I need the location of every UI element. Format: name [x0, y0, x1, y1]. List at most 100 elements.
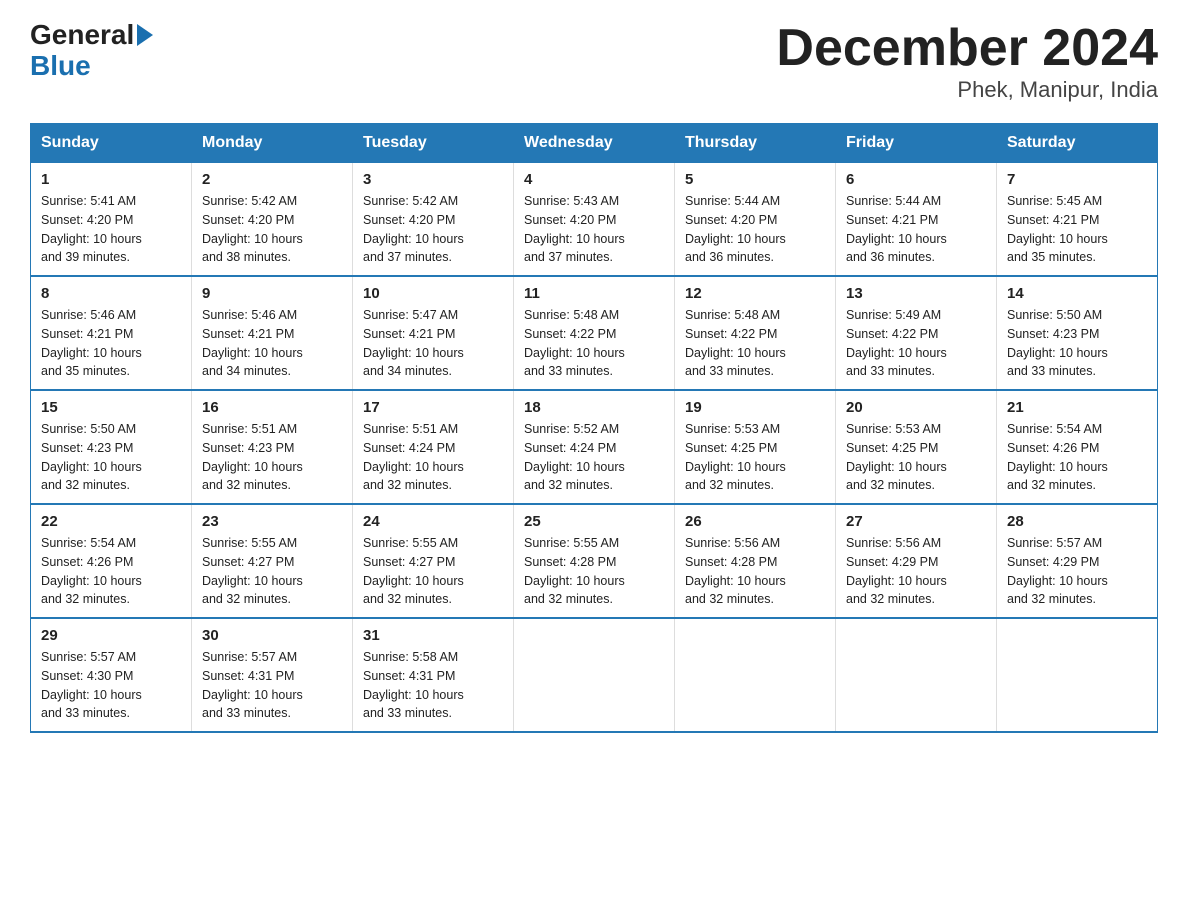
week-row-2: 8 Sunrise: 5:46 AMSunset: 4:21 PMDayligh… — [31, 276, 1158, 390]
day-cell: 29 Sunrise: 5:57 AMSunset: 4:30 PMDaylig… — [31, 618, 192, 732]
day-number: 2 — [202, 171, 342, 188]
week-row-5: 29 Sunrise: 5:57 AMSunset: 4:30 PMDaylig… — [31, 618, 1158, 732]
day-info: Sunrise: 5:41 AMSunset: 4:20 PMDaylight:… — [41, 194, 142, 264]
day-number: 1 — [41, 171, 181, 188]
day-cell: 2 Sunrise: 5:42 AMSunset: 4:20 PMDayligh… — [192, 163, 353, 277]
day-cell: 13 Sunrise: 5:49 AMSunset: 4:22 PMDaylig… — [836, 276, 997, 390]
day-cell: 4 Sunrise: 5:43 AMSunset: 4:20 PMDayligh… — [514, 163, 675, 277]
day-cell — [997, 618, 1158, 732]
page-header: General Blue December 2024 Phek, Manipur… — [30, 20, 1158, 103]
day-number: 12 — [685, 285, 825, 302]
day-number: 11 — [524, 285, 664, 302]
header-day-tuesday: Tuesday — [353, 124, 514, 163]
day-number: 15 — [41, 399, 181, 416]
day-info: Sunrise: 5:55 AMSunset: 4:28 PMDaylight:… — [524, 536, 625, 606]
day-info: Sunrise: 5:57 AMSunset: 4:31 PMDaylight:… — [202, 650, 303, 720]
day-number: 5 — [685, 171, 825, 188]
day-cell: 22 Sunrise: 5:54 AMSunset: 4:26 PMDaylig… — [31, 504, 192, 618]
day-cell: 6 Sunrise: 5:44 AMSunset: 4:21 PMDayligh… — [836, 163, 997, 277]
header-day-thursday: Thursday — [675, 124, 836, 163]
page-subtitle: Phek, Manipur, India — [776, 77, 1158, 103]
day-number: 26 — [685, 513, 825, 530]
week-row-1: 1 Sunrise: 5:41 AMSunset: 4:20 PMDayligh… — [31, 163, 1158, 277]
day-number: 30 — [202, 627, 342, 644]
day-info: Sunrise: 5:46 AMSunset: 4:21 PMDaylight:… — [41, 308, 142, 378]
day-info: Sunrise: 5:54 AMSunset: 4:26 PMDaylight:… — [1007, 422, 1108, 492]
day-cell: 1 Sunrise: 5:41 AMSunset: 4:20 PMDayligh… — [31, 163, 192, 277]
header-row: SundayMondayTuesdayWednesdayThursdayFrid… — [31, 124, 1158, 163]
title-block: December 2024 Phek, Manipur, India — [776, 20, 1158, 103]
day-info: Sunrise: 5:51 AMSunset: 4:24 PMDaylight:… — [363, 422, 464, 492]
day-info: Sunrise: 5:44 AMSunset: 4:20 PMDaylight:… — [685, 194, 786, 264]
calendar-table: SundayMondayTuesdayWednesdayThursdayFrid… — [30, 123, 1158, 733]
day-info: Sunrise: 5:55 AMSunset: 4:27 PMDaylight:… — [363, 536, 464, 606]
day-cell: 9 Sunrise: 5:46 AMSunset: 4:21 PMDayligh… — [192, 276, 353, 390]
day-cell — [836, 618, 997, 732]
day-cell: 10 Sunrise: 5:47 AMSunset: 4:21 PMDaylig… — [353, 276, 514, 390]
day-cell: 24 Sunrise: 5:55 AMSunset: 4:27 PMDaylig… — [353, 504, 514, 618]
header-day-wednesday: Wednesday — [514, 124, 675, 163]
day-info: Sunrise: 5:50 AMSunset: 4:23 PMDaylight:… — [1007, 308, 1108, 378]
day-number: 29 — [41, 627, 181, 644]
day-info: Sunrise: 5:53 AMSunset: 4:25 PMDaylight:… — [685, 422, 786, 492]
day-info: Sunrise: 5:53 AMSunset: 4:25 PMDaylight:… — [846, 422, 947, 492]
day-number: 7 — [1007, 171, 1147, 188]
day-cell: 30 Sunrise: 5:57 AMSunset: 4:31 PMDaylig… — [192, 618, 353, 732]
day-cell: 15 Sunrise: 5:50 AMSunset: 4:23 PMDaylig… — [31, 390, 192, 504]
day-info: Sunrise: 5:57 AMSunset: 4:30 PMDaylight:… — [41, 650, 142, 720]
day-info: Sunrise: 5:48 AMSunset: 4:22 PMDaylight:… — [524, 308, 625, 378]
day-info: Sunrise: 5:46 AMSunset: 4:21 PMDaylight:… — [202, 308, 303, 378]
logo-general-text: General — [30, 20, 134, 51]
day-number: 14 — [1007, 285, 1147, 302]
day-cell: 27 Sunrise: 5:56 AMSunset: 4:29 PMDaylig… — [836, 504, 997, 618]
day-number: 8 — [41, 285, 181, 302]
calendar-header: SundayMondayTuesdayWednesdayThursdayFrid… — [31, 124, 1158, 163]
day-number: 31 — [363, 627, 503, 644]
day-info: Sunrise: 5:54 AMSunset: 4:26 PMDaylight:… — [41, 536, 142, 606]
day-cell — [675, 618, 836, 732]
day-cell: 19 Sunrise: 5:53 AMSunset: 4:25 PMDaylig… — [675, 390, 836, 504]
day-info: Sunrise: 5:52 AMSunset: 4:24 PMDaylight:… — [524, 422, 625, 492]
day-number: 23 — [202, 513, 342, 530]
day-info: Sunrise: 5:56 AMSunset: 4:29 PMDaylight:… — [846, 536, 947, 606]
day-number: 9 — [202, 285, 342, 302]
logo-triangle-icon — [137, 24, 153, 46]
day-cell: 26 Sunrise: 5:56 AMSunset: 4:28 PMDaylig… — [675, 504, 836, 618]
day-number: 19 — [685, 399, 825, 416]
logo-block: General Blue — [30, 20, 153, 82]
day-number: 4 — [524, 171, 664, 188]
day-cell: 18 Sunrise: 5:52 AMSunset: 4:24 PMDaylig… — [514, 390, 675, 504]
day-cell: 23 Sunrise: 5:55 AMSunset: 4:27 PMDaylig… — [192, 504, 353, 618]
day-number: 6 — [846, 171, 986, 188]
logo-blue-text: Blue — [30, 51, 153, 82]
page-title: December 2024 — [776, 20, 1158, 77]
day-info: Sunrise: 5:58 AMSunset: 4:31 PMDaylight:… — [363, 650, 464, 720]
day-number: 10 — [363, 285, 503, 302]
day-number: 16 — [202, 399, 342, 416]
day-cell: 12 Sunrise: 5:48 AMSunset: 4:22 PMDaylig… — [675, 276, 836, 390]
day-info: Sunrise: 5:57 AMSunset: 4:29 PMDaylight:… — [1007, 536, 1108, 606]
day-number: 21 — [1007, 399, 1147, 416]
day-info: Sunrise: 5:50 AMSunset: 4:23 PMDaylight:… — [41, 422, 142, 492]
day-cell: 21 Sunrise: 5:54 AMSunset: 4:26 PMDaylig… — [997, 390, 1158, 504]
day-cell: 25 Sunrise: 5:55 AMSunset: 4:28 PMDaylig… — [514, 504, 675, 618]
day-info: Sunrise: 5:42 AMSunset: 4:20 PMDaylight:… — [202, 194, 303, 264]
day-info: Sunrise: 5:45 AMSunset: 4:21 PMDaylight:… — [1007, 194, 1108, 264]
logo: General Blue — [30, 20, 153, 82]
day-cell: 20 Sunrise: 5:53 AMSunset: 4:25 PMDaylig… — [836, 390, 997, 504]
day-cell: 7 Sunrise: 5:45 AMSunset: 4:21 PMDayligh… — [997, 163, 1158, 277]
day-info: Sunrise: 5:48 AMSunset: 4:22 PMDaylight:… — [685, 308, 786, 378]
day-cell: 16 Sunrise: 5:51 AMSunset: 4:23 PMDaylig… — [192, 390, 353, 504]
day-cell — [514, 618, 675, 732]
day-cell: 31 Sunrise: 5:58 AMSunset: 4:31 PMDaylig… — [353, 618, 514, 732]
day-number: 13 — [846, 285, 986, 302]
header-day-sunday: Sunday — [31, 124, 192, 163]
day-number: 28 — [1007, 513, 1147, 530]
header-day-friday: Friday — [836, 124, 997, 163]
day-number: 25 — [524, 513, 664, 530]
day-info: Sunrise: 5:44 AMSunset: 4:21 PMDaylight:… — [846, 194, 947, 264]
day-cell: 11 Sunrise: 5:48 AMSunset: 4:22 PMDaylig… — [514, 276, 675, 390]
day-number: 20 — [846, 399, 986, 416]
week-row-3: 15 Sunrise: 5:50 AMSunset: 4:23 PMDaylig… — [31, 390, 1158, 504]
day-info: Sunrise: 5:47 AMSunset: 4:21 PMDaylight:… — [363, 308, 464, 378]
